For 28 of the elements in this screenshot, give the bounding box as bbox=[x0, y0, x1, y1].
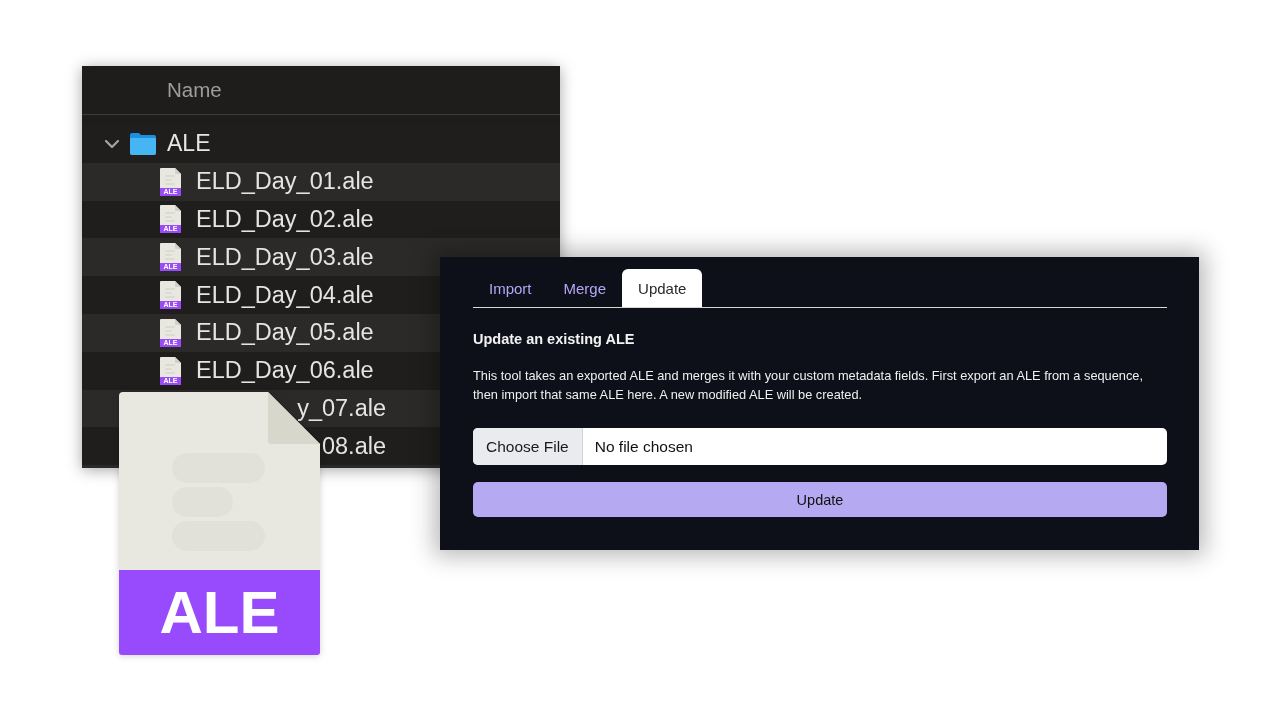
file-name[interactable]: ELD_Day_05.ale bbox=[196, 319, 374, 347]
file-status-text: No file chosen bbox=[594, 437, 693, 456]
document-icon bbox=[160, 167, 181, 188]
file-name[interactable]: 08.ale bbox=[321, 432, 386, 460]
choose-file-button[interactable]: Choose File bbox=[473, 428, 583, 465]
description-text: This tool takes an exported ALE and merges it with your custom metadata fields. First export an ALE from a sequence, then import that same ALE here. A new modified ALE will be created. bbox=[473, 367, 1145, 404]
file-name[interactable]: ELD_Day_02.ale bbox=[196, 206, 374, 233]
update-button[interactable]: Update bbox=[473, 482, 1167, 517]
file-input[interactable]: Choose File No file chosen bbox=[473, 428, 1167, 465]
file-name[interactable]: ELD_Day_04.ale bbox=[196, 281, 374, 309]
document-icon bbox=[160, 318, 181, 339]
file-name[interactable]: y_07.ale bbox=[297, 394, 386, 422]
file-name[interactable]: ELD_Day_01.ale bbox=[196, 168, 374, 196]
tab[interactable]: Import bbox=[473, 269, 548, 307]
file-type-label: ALE bbox=[119, 570, 320, 655]
folder-icon bbox=[129, 131, 157, 156]
document-icon bbox=[160, 281, 181, 302]
tab[interactable]: Update bbox=[622, 269, 703, 307]
section-heading: Update an existing ALE bbox=[473, 330, 636, 348]
folder-name[interactable]: ALE bbox=[167, 130, 211, 158]
column-header: Name bbox=[167, 78, 222, 102]
file-name[interactable]: ELD_Day_03.ale bbox=[196, 243, 374, 271]
document-icon bbox=[160, 356, 181, 377]
tab[interactable]: Merge bbox=[547, 269, 623, 307]
chevron-down-icon[interactable] bbox=[104, 138, 120, 149]
file-name[interactable]: ELD_Day_06.ale bbox=[196, 357, 374, 385]
document-icon bbox=[160, 243, 181, 264]
document-icon bbox=[160, 205, 181, 226]
